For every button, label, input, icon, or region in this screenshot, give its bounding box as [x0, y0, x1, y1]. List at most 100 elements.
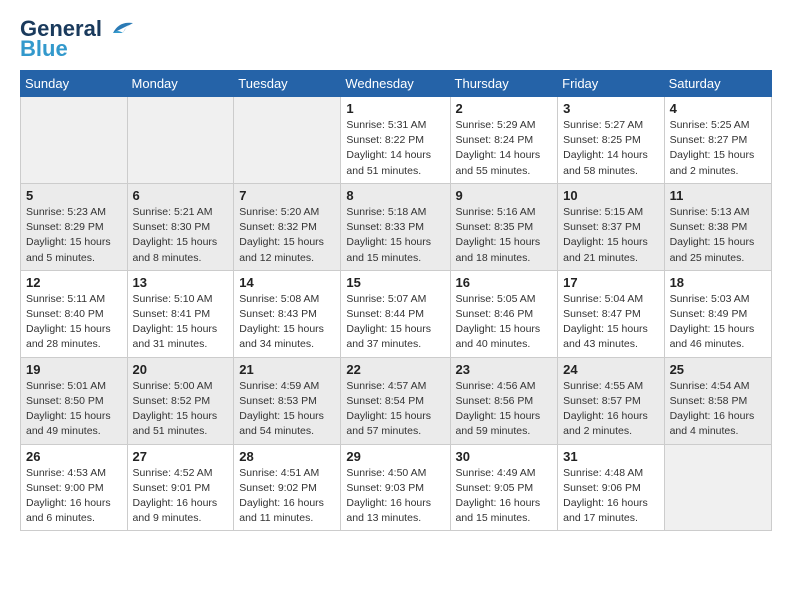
day-number: 3: [563, 101, 658, 116]
day-info-line: Sunrise: 5:23 AM: [26, 205, 122, 220]
day-info-line: Sunset: 9:02 PM: [239, 481, 335, 496]
day-info-line: Sunrise: 5:05 AM: [456, 292, 553, 307]
day-info-line: Daylight: 15 hours: [346, 322, 444, 337]
logo-blue: Blue: [20, 38, 135, 60]
calendar-week-row: 5Sunrise: 5:23 AMSunset: 8:29 PMDaylight…: [21, 183, 772, 270]
calendar-cell: 29Sunrise: 4:50 AMSunset: 9:03 PMDayligh…: [341, 444, 450, 531]
day-info-line: Sunset: 8:27 PM: [670, 133, 766, 148]
calendar-cell: 17Sunrise: 5:04 AMSunset: 8:47 PMDayligh…: [558, 270, 664, 357]
day-number: 21: [239, 362, 335, 377]
day-info-line: Sunset: 9:06 PM: [563, 481, 658, 496]
logo: General Blue: [20, 16, 135, 60]
day-info-line: and 40 minutes.: [456, 337, 553, 352]
day-info-line: Daylight: 15 hours: [26, 235, 122, 250]
day-info-line: Sunrise: 5:07 AM: [346, 292, 444, 307]
day-info-line: Daylight: 15 hours: [133, 235, 229, 250]
calendar-cell: 24Sunrise: 4:55 AMSunset: 8:57 PMDayligh…: [558, 357, 664, 444]
calendar-cell: 18Sunrise: 5:03 AMSunset: 8:49 PMDayligh…: [664, 270, 771, 357]
day-info-line: Sunrise: 5:16 AM: [456, 205, 553, 220]
day-info-line: and 37 minutes.: [346, 337, 444, 352]
weekday-header-tuesday: Tuesday: [234, 71, 341, 97]
day-number: 27: [133, 449, 229, 464]
day-info-line: and 55 minutes.: [456, 164, 553, 179]
day-info-line: and 46 minutes.: [670, 337, 766, 352]
day-number: 15: [346, 275, 444, 290]
day-number: 25: [670, 362, 766, 377]
day-info-line: and 34 minutes.: [239, 337, 335, 352]
calendar-cell: [21, 97, 128, 184]
day-info-line: Sunrise: 5:18 AM: [346, 205, 444, 220]
day-info-line: Sunset: 8:41 PM: [133, 307, 229, 322]
calendar-cell: 11Sunrise: 5:13 AMSunset: 8:38 PMDayligh…: [664, 183, 771, 270]
calendar-cell: 1Sunrise: 5:31 AMSunset: 8:22 PMDaylight…: [341, 97, 450, 184]
day-number: 17: [563, 275, 658, 290]
weekday-header-thursday: Thursday: [450, 71, 558, 97]
calendar-cell: 22Sunrise: 4:57 AMSunset: 8:54 PMDayligh…: [341, 357, 450, 444]
calendar-cell: 27Sunrise: 4:52 AMSunset: 9:01 PMDayligh…: [127, 444, 234, 531]
day-info-line: and 8 minutes.: [133, 251, 229, 266]
day-info-line: and 59 minutes.: [456, 424, 553, 439]
day-info-line: Daylight: 15 hours: [239, 409, 335, 424]
day-info-line: Sunset: 8:46 PM: [456, 307, 553, 322]
weekday-header-sunday: Sunday: [21, 71, 128, 97]
calendar-week-row: 26Sunrise: 4:53 AMSunset: 9:00 PMDayligh…: [21, 444, 772, 531]
day-number: 10: [563, 188, 658, 203]
day-info-line: and 25 minutes.: [670, 251, 766, 266]
day-number: 19: [26, 362, 122, 377]
day-info-line: Daylight: 16 hours: [456, 496, 553, 511]
day-info-line: Daylight: 16 hours: [133, 496, 229, 511]
day-info-line: Sunset: 8:50 PM: [26, 394, 122, 409]
calendar-cell: [127, 97, 234, 184]
day-info-line: Sunrise: 4:59 AM: [239, 379, 335, 394]
day-info-line: Daylight: 15 hours: [133, 409, 229, 424]
day-number: 6: [133, 188, 229, 203]
day-info-line: Daylight: 15 hours: [670, 235, 766, 250]
day-number: 14: [239, 275, 335, 290]
day-info-line: Sunset: 9:00 PM: [26, 481, 122, 496]
day-number: 20: [133, 362, 229, 377]
weekday-header-wednesday: Wednesday: [341, 71, 450, 97]
day-info-line: Daylight: 16 hours: [26, 496, 122, 511]
calendar-cell: 10Sunrise: 5:15 AMSunset: 8:37 PMDayligh…: [558, 183, 664, 270]
day-info-line: and 11 minutes.: [239, 511, 335, 526]
day-info-line: Daylight: 16 hours: [563, 496, 658, 511]
day-number: 2: [456, 101, 553, 116]
day-info-line: Sunset: 8:49 PM: [670, 307, 766, 322]
day-info-line: Sunrise: 4:56 AM: [456, 379, 553, 394]
calendar-cell: 6Sunrise: 5:21 AMSunset: 8:30 PMDaylight…: [127, 183, 234, 270]
day-number: 28: [239, 449, 335, 464]
weekday-header-saturday: Saturday: [664, 71, 771, 97]
day-info-line: Sunrise: 4:50 AM: [346, 466, 444, 481]
day-info-line: Daylight: 15 hours: [563, 322, 658, 337]
day-info-line: Sunrise: 5:31 AM: [346, 118, 444, 133]
day-info-line: Sunrise: 5:01 AM: [26, 379, 122, 394]
day-info-line: and 6 minutes.: [26, 511, 122, 526]
day-info-line: Sunset: 8:43 PM: [239, 307, 335, 322]
day-info-line: Sunset: 8:56 PM: [456, 394, 553, 409]
day-number: 31: [563, 449, 658, 464]
day-info-line: Sunset: 8:33 PM: [346, 220, 444, 235]
day-info-line: Sunset: 8:32 PM: [239, 220, 335, 235]
day-info-line: and 49 minutes.: [26, 424, 122, 439]
calendar-cell: 7Sunrise: 5:20 AMSunset: 8:32 PMDaylight…: [234, 183, 341, 270]
page: General Blue SundayMondayTuesdayWednesda…: [0, 0, 792, 541]
day-info-line: and 51 minutes.: [133, 424, 229, 439]
day-info-line: and 2 minutes.: [563, 424, 658, 439]
day-number: 8: [346, 188, 444, 203]
day-info-line: and 51 minutes.: [346, 164, 444, 179]
weekday-header-monday: Monday: [127, 71, 234, 97]
day-number: 11: [670, 188, 766, 203]
calendar-cell: 12Sunrise: 5:11 AMSunset: 8:40 PMDayligh…: [21, 270, 128, 357]
day-number: 24: [563, 362, 658, 377]
day-info-line: and 43 minutes.: [563, 337, 658, 352]
day-info-line: Sunrise: 5:11 AM: [26, 292, 122, 307]
day-info-line: Sunset: 9:01 PM: [133, 481, 229, 496]
day-info-line: Sunset: 9:03 PM: [346, 481, 444, 496]
calendar-cell: 21Sunrise: 4:59 AMSunset: 8:53 PMDayligh…: [234, 357, 341, 444]
day-info-line: and 2 minutes.: [670, 164, 766, 179]
day-info-line: and 28 minutes.: [26, 337, 122, 352]
day-info-line: Sunrise: 4:51 AM: [239, 466, 335, 481]
day-number: 23: [456, 362, 553, 377]
day-info-line: Daylight: 15 hours: [239, 322, 335, 337]
day-info-line: and 54 minutes.: [239, 424, 335, 439]
